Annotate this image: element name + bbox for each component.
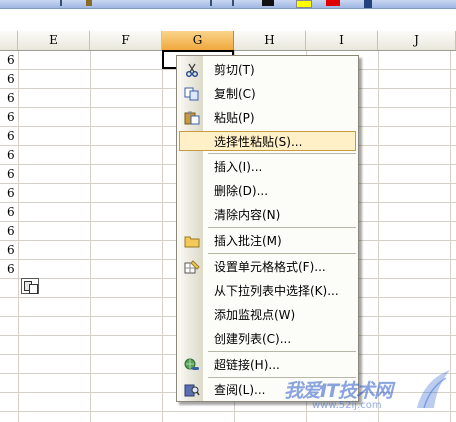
- column-header-e[interactable]: E: [18, 31, 90, 50]
- menu-item-insert[interactable]: 插入(I)...: [179, 157, 356, 177]
- copy-icon: [184, 87, 200, 101]
- menu-item-delete[interactable]: 删除(D)...: [179, 181, 356, 201]
- toolbar-separator: [232, 0, 234, 6]
- cell-value[interactable]: 6: [7, 165, 19, 184]
- menu-item-insert-comment[interactable]: 插入批注(M): [179, 231, 356, 251]
- cell-value[interactable]: 6: [7, 108, 19, 127]
- paste-options-icon[interactable]: [21, 278, 39, 294]
- paste-options-sheet-part: [29, 284, 38, 294]
- menu-item-label: 添加监视点(W): [214, 308, 296, 322]
- cell-value[interactable]: 6: [7, 184, 19, 203]
- format-cells-icon: [184, 260, 200, 274]
- column-header-f[interactable]: F: [90, 31, 162, 50]
- column-header-row: E F G H I J: [0, 31, 456, 51]
- watermark: 我爱IT技术网 www.52ij.com: [262, 360, 456, 422]
- menu-item-pick-from-list[interactable]: 从下拉列表中选择(K)...: [179, 281, 356, 301]
- menu-item-label: 复制(C): [214, 87, 256, 101]
- column-header-g[interactable]: G: [162, 31, 234, 50]
- menu-item-label: 粘贴(P): [214, 111, 255, 125]
- watermark-text: 我爱IT技术网: [284, 380, 393, 402]
- menu-item-paste-special[interactable]: 选择性粘贴(S)...: [179, 131, 356, 151]
- menu-item-label: 清除内容(N): [214, 208, 281, 222]
- context-menu: 剪切(T) 复制(C) 粘贴(P) 选择性粘贴(S)... 插入(I)... 删…: [176, 55, 359, 402]
- watermark-wing-icon: [417, 370, 450, 409]
- menu-item-label: 从下拉列表中选择(K)...: [214, 284, 339, 298]
- paste-icon: [184, 111, 200, 125]
- cell-value[interactable]: 6: [7, 89, 19, 108]
- menu-item-label: 创建列表(C)...: [214, 332, 292, 346]
- toolbar-separator: [60, 0, 62, 6]
- menu-item-copy[interactable]: 复制(C): [179, 84, 356, 104]
- menu-item-create-list[interactable]: 创建列表(C)...: [179, 329, 356, 349]
- menu-item-paste[interactable]: 粘贴(P): [179, 108, 356, 128]
- menu-separator: [208, 351, 356, 352]
- menu-item-label: 设置单元格格式(F)...: [214, 260, 326, 274]
- cell-value[interactable]: 6: [7, 260, 19, 279]
- column-header-h[interactable]: H: [234, 31, 306, 50]
- menu-item-format-cells[interactable]: 设置单元格格式(F)...: [179, 257, 356, 277]
- font-color-red-icon[interactable]: [326, 0, 340, 6]
- menu-separator: [208, 153, 356, 154]
- menu-item-label: 查阅(L)...: [214, 383, 266, 397]
- toolbar-options-dropdown-icon[interactable]: [364, 0, 372, 8]
- cell-value[interactable]: 6: [7, 222, 19, 241]
- menu-item-label: 剪切(T): [214, 63, 255, 77]
- research-book-icon: [184, 383, 200, 397]
- cell-value[interactable]: 6: [7, 70, 19, 89]
- globe-link-icon: [184, 358, 200, 372]
- toolbar-icon-fragment[interactable]: [86, 0, 92, 6]
- menu-separator: [208, 227, 356, 228]
- toolbar-strip: [0, 0, 456, 9]
- watermark-url: www.52ij.com: [312, 400, 382, 411]
- menu-item-label: 选择性粘贴(S)...: [214, 135, 303, 149]
- menu-item-add-watch[interactable]: 添加监视点(W): [179, 305, 356, 325]
- menu-separator: [208, 253, 356, 254]
- column-header-j[interactable]: J: [378, 31, 456, 50]
- menu-item-label: 插入批注(M): [214, 234, 282, 248]
- font-color-black-icon[interactable]: [262, 0, 274, 6]
- menu-item-label: 插入(I)...: [214, 160, 263, 174]
- cell-value[interactable]: 6: [7, 203, 19, 222]
- cell-value[interactable]: 6: [7, 241, 19, 260]
- toolbar-separator: [210, 0, 212, 6]
- scissors-icon: [184, 63, 200, 77]
- cell-value[interactable]: 6: [7, 146, 19, 165]
- cell-value[interactable]: 6: [7, 51, 19, 70]
- menu-item-cut[interactable]: 剪切(T): [179, 60, 356, 80]
- row-header-corner[interactable]: [0, 31, 18, 50]
- menu-item-label: 删除(D)...: [214, 184, 269, 198]
- fill-color-yellow-icon[interactable]: [296, 0, 312, 8]
- menu-item-clear-contents[interactable]: 清除内容(N): [179, 205, 356, 225]
- folder-comment-icon: [184, 234, 200, 248]
- column-header-i[interactable]: I: [306, 31, 378, 50]
- cell-value[interactable]: 6: [7, 127, 19, 146]
